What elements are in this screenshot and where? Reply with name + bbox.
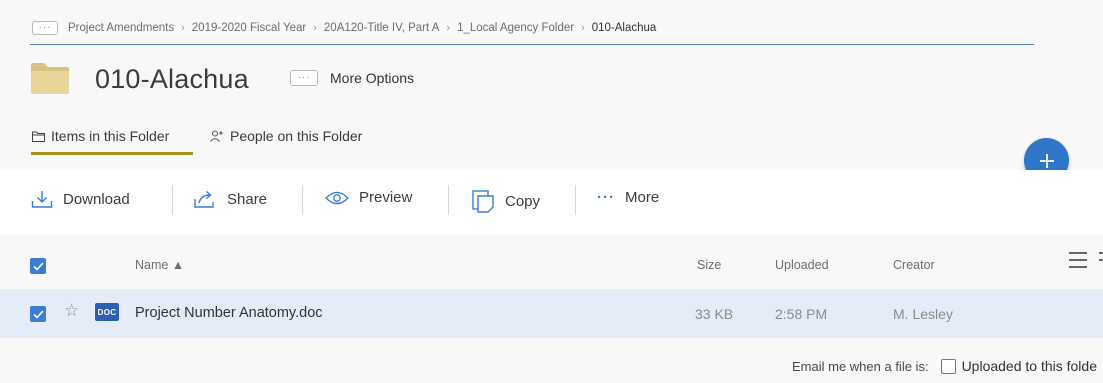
breadcrumb-item-local-agency[interactable]: 1_Local Agency Folder xyxy=(457,22,574,34)
preview-button[interactable]: Preview xyxy=(325,189,412,206)
toolbar-divider xyxy=(172,185,173,215)
doc-file-icon: DOC xyxy=(95,303,119,321)
copy-label: Copy xyxy=(505,192,541,210)
download-icon xyxy=(31,191,53,208)
copy-button[interactable]: Copy xyxy=(471,189,540,213)
page-title: 010-Alachua xyxy=(95,64,249,94)
share-icon xyxy=(194,190,214,208)
download-button[interactable]: Download xyxy=(31,189,130,209)
active-tab-indicator xyxy=(31,152,193,155)
chevron-right-icon: › xyxy=(581,22,585,34)
copy-icon xyxy=(472,190,494,213)
chevron-right-icon: › xyxy=(446,22,451,34)
chevron-right-icon: › xyxy=(313,22,317,34)
email-prompt-label: Email me when a file is: xyxy=(792,358,929,374)
column-header-size[interactable]: Size xyxy=(697,258,721,272)
select-all-checkbox[interactable] xyxy=(30,258,46,274)
plus-icon xyxy=(1039,153,1054,168)
star-icon[interactable]: ☆ xyxy=(64,302,79,319)
tab-people-on-folder[interactable]: People on this Folder xyxy=(210,128,362,144)
more-dots-icon: ··· xyxy=(597,189,615,206)
checkmark-icon xyxy=(32,309,44,319)
eye-icon xyxy=(325,191,349,204)
more-button[interactable]: ··· More xyxy=(597,189,659,206)
more-label: More xyxy=(625,189,660,206)
folder-outline-icon xyxy=(32,131,45,142)
uploaded-notify-checkbox[interactable] xyxy=(940,358,956,374)
breadcrumb-overflow-button[interactable]: ··· xyxy=(32,21,58,35)
toolbar-divider xyxy=(575,185,576,215)
tab-people-label: People on this Folder xyxy=(230,128,363,144)
column-menu-icon[interactable] xyxy=(1069,250,1103,275)
action-toolbar xyxy=(0,170,1103,234)
preview-label: Preview xyxy=(359,189,413,206)
more-options-dots-icon: ··· xyxy=(290,70,318,86)
chevron-right-icon: › xyxy=(181,22,185,34)
file-uploaded: 2:58 PM xyxy=(775,306,828,322)
breadcrumb-divider xyxy=(30,44,1034,45)
toolbar-divider xyxy=(302,185,303,215)
column-header-uploaded[interactable]: Uploaded xyxy=(775,258,829,272)
breadcrumb-item-current: 010-Alachua xyxy=(591,22,657,34)
file-creator: M. Lesley xyxy=(893,306,953,322)
email-notification: Email me when a file is: Uploaded to thi… xyxy=(792,358,1097,374)
more-options-button[interactable]: ··· More Options xyxy=(290,70,414,86)
breadcrumb-item-fiscal-year[interactable]: 2019-2020 Fiscal Year xyxy=(192,22,306,34)
checkmark-icon xyxy=(32,261,44,271)
share-label: Share xyxy=(227,190,268,208)
breadcrumb: ··· Project Amendments › 2019-2020 Fisca… xyxy=(32,18,656,38)
more-options-label: More Options xyxy=(330,70,415,86)
share-button[interactable]: Share xyxy=(193,189,267,209)
column-header-creator[interactable]: Creator xyxy=(893,258,935,272)
uploaded-notify-label: Uploaded to this folde xyxy=(961,358,1097,374)
breadcrumb-item-project-amendments[interactable]: Project Amendments xyxy=(68,22,174,34)
column-header-name[interactable]: Name ▲ xyxy=(135,258,184,272)
row-checkbox[interactable] xyxy=(30,306,46,322)
toolbar-divider xyxy=(448,185,449,215)
breadcrumb-item-title-iv[interactable]: 20A120-Title IV, Part A xyxy=(324,22,440,34)
tab-items-label: Items in this Folder xyxy=(51,128,170,144)
file-name-link[interactable]: Project Number Anatomy.doc xyxy=(135,305,323,321)
tab-items-in-folder[interactable]: Items in this Folder xyxy=(32,128,169,144)
folder-icon xyxy=(30,61,70,95)
download-label: Download xyxy=(63,190,130,208)
file-size: 33 KB xyxy=(695,306,734,322)
people-icon xyxy=(210,130,223,142)
